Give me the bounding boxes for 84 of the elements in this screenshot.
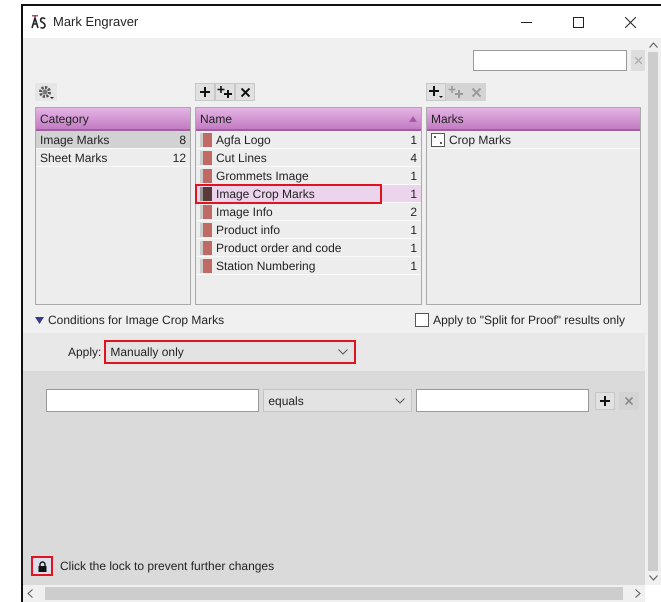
item-count: 12 <box>172 150 186 166</box>
padlock-icon <box>38 560 46 572</box>
close-icon <box>624 16 636 28</box>
chevron-down-icon <box>338 349 348 355</box>
operator-dropdown[interactable]: equals <box>263 389 412 412</box>
split-for-proof-checkbox[interactable]: Apply to "Split for Proof" results only <box>415 311 625 329</box>
mark-row[interactable]: Image Crop Marks <box>196 184 381 202</box>
item-count: 1 <box>410 240 418 256</box>
double-plus-icon <box>217 86 233 98</box>
window-title: Mark Engraver <box>53 13 138 32</box>
scroll-down-icon <box>648 575 658 581</box>
sort-arrow-icon <box>409 116 417 122</box>
item-count: 8 <box>179 132 186 148</box>
mark-row[interactable]: Product info <box>196 220 381 238</box>
clear-search-button[interactable] <box>631 50 645 71</box>
disclosure-triangle-icon <box>35 316 44 324</box>
column-header[interactable]: Category <box>36 108 190 131</box>
mark-name: Image Crop Marks <box>216 186 315 202</box>
clear-icon <box>634 57 642 64</box>
item-count: 1 <box>410 132 418 148</box>
mark-icon <box>200 168 212 182</box>
mark-name: Product info <box>216 222 280 238</box>
maximize-icon <box>572 16 584 28</box>
vertical-scrollbar[interactable] <box>645 38 661 585</box>
mark-name: Image Info <box>216 204 273 220</box>
mark-name: Agfa Logo <box>216 132 271 148</box>
plus-icon <box>600 396 610 406</box>
scroll-left-icon <box>27 589 33 598</box>
mark-name: Cut Lines <box>216 150 267 166</box>
item-count: 1 <box>410 258 418 274</box>
mark-row[interactable]: Cut Lines <box>196 148 381 166</box>
mark-row[interactable]: Grommets Image <box>196 166 381 184</box>
item-count: 1 <box>410 168 418 184</box>
value-field[interactable] <box>416 389 590 412</box>
mark-icon <box>200 258 212 272</box>
horizontal-scrollbar[interactable] <box>23 585 645 602</box>
add-button[interactable] <box>426 83 446 101</box>
mark-row[interactable]: Agfa Logo <box>196 130 381 148</box>
item-count: 2 <box>410 204 418 220</box>
category-row[interactable]: Sheet Marks 12 <box>36 149 190 167</box>
category-label: Image Marks <box>40 132 110 148</box>
scroll-up-icon <box>648 42 658 48</box>
lock-hint: Click the lock to prevent further changes <box>60 558 274 575</box>
x-icon <box>240 88 250 96</box>
column-header[interactable]: Marks <box>427 108 640 131</box>
lock-button[interactable] <box>32 557 52 575</box>
app-logo <box>31 15 47 29</box>
gear-icon <box>37 84 55 100</box>
category-label: Sheet Marks <box>40 150 108 166</box>
mark-icon <box>200 204 212 218</box>
remove-button[interactable] <box>235 83 255 101</box>
mark-name: Grommets Image <box>216 168 309 184</box>
chevron-down-icon <box>394 398 405 404</box>
mark-row[interactable]: Station Numbering <box>196 256 381 274</box>
mark-name: Product order and code <box>216 240 342 256</box>
mark-name: Station Numbering <box>216 258 316 274</box>
mark-icon <box>200 240 212 254</box>
plus-icon <box>429 86 443 98</box>
mark-name[interactable]: Crop Marks <box>449 130 512 148</box>
add-multiple-button[interactable] <box>215 83 235 101</box>
mark-icon <box>200 132 212 146</box>
mark-icon <box>200 222 212 236</box>
mark-icon <box>200 186 212 200</box>
category-row[interactable]: Image Marks 8 <box>36 131 190 149</box>
conditions-toggle[interactable]: Conditions for Image Crop Marks <box>35 311 224 329</box>
scroll-right-icon <box>635 589 641 598</box>
x-icon <box>472 88 480 96</box>
add-condition-button[interactable] <box>595 392 616 410</box>
mark-icon <box>200 150 212 164</box>
double-plus-icon <box>448 86 464 98</box>
mark-row[interactable]: Image Info <box>196 202 381 220</box>
search-field[interactable] <box>473 50 627 71</box>
item-count: 4 <box>410 150 418 166</box>
x-icon <box>625 396 634 404</box>
condition-field[interactable] <box>46 389 260 412</box>
settings-button[interactable] <box>35 83 57 101</box>
plus-icon <box>200 87 210 97</box>
item-count: 1 <box>410 222 418 238</box>
apply-dropdown[interactable]: Manually only <box>105 341 356 363</box>
apply-label: Apply: <box>68 344 102 361</box>
item-count: 1 <box>410 186 418 202</box>
add-button[interactable] <box>195 83 215 101</box>
column-header[interactable]: Name <box>200 110 232 128</box>
mark-row[interactable]: Product order and code <box>196 238 381 256</box>
